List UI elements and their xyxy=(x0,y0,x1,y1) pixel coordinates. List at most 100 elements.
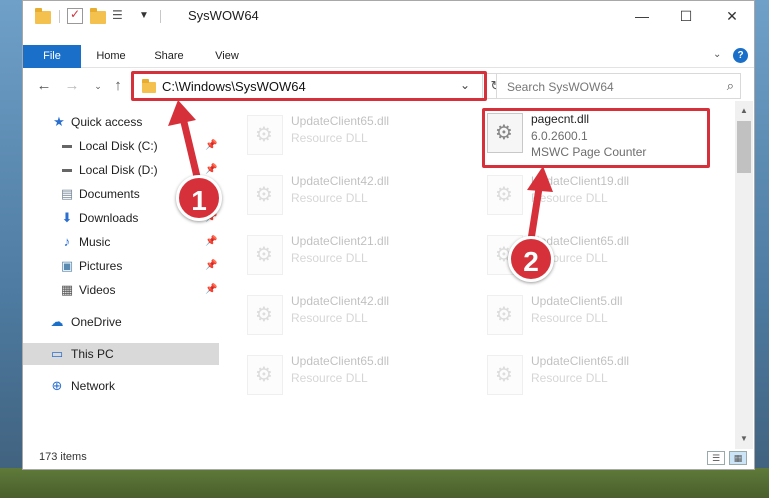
network-icon: ⊕ xyxy=(51,378,63,393)
item-count: 173 items xyxy=(39,451,87,463)
file-type: Resource DLL xyxy=(531,191,608,205)
customize-toolbar-icon[interactable]: ☰ xyxy=(112,8,128,24)
step-badge-2: 2 xyxy=(508,236,554,282)
sidebar-item-label: Music xyxy=(79,235,111,249)
sidebar-item-label: This PC xyxy=(71,347,114,361)
ribbon-tabs: File Home Share View ⌄ ? xyxy=(23,45,754,68)
forward-button[interactable]: → xyxy=(63,76,81,96)
documents-icon: ▤ xyxy=(60,186,74,201)
sidebar-item-label: Network xyxy=(71,379,116,393)
dll-file-icon: ⚙ xyxy=(487,295,523,335)
scrollbar-thumb[interactable] xyxy=(737,121,751,173)
file-highlight xyxy=(482,108,710,168)
sidebar-item-pictures[interactable]: ▣ Pictures 📌 xyxy=(23,255,219,277)
pin-icon[interactable]: 📌 xyxy=(205,279,217,301)
sidebar-item-label: Downloads xyxy=(79,211,139,225)
file-type: Resource DLL xyxy=(291,371,368,385)
title-bar: ✓ ☰ ▼ SysWOW64 — ☐ ✕ xyxy=(23,1,754,31)
search-box[interactable]: Search SysWOW64 ⌕ xyxy=(496,73,741,99)
dll-file-icon: ⚙ xyxy=(247,295,283,335)
list-item[interactable]: ⚙ UpdateClient65.dll Resource DLL xyxy=(239,349,469,399)
list-item[interactable]: ⚙ UpdateClient19.dll Resource DLL xyxy=(479,169,709,219)
back-button[interactable]: ← xyxy=(35,76,53,96)
sidebar-item-quick-access[interactable]: ★ Quick access xyxy=(23,111,219,133)
sidebar-item-label: Local Disk (C:) xyxy=(79,139,158,153)
list-item[interactable]: ⚙ UpdateClient21.dll Resource DLL xyxy=(239,229,469,279)
search-icon[interactable]: ⌕ xyxy=(727,78,734,94)
details-view-button[interactable]: ☰ xyxy=(707,451,725,465)
folder-icon xyxy=(35,8,51,24)
sidebar-item-local-disk-c[interactable]: ▬ Local Disk (C:) 📌 xyxy=(23,135,219,157)
file-type: Resource DLL xyxy=(291,191,368,205)
sidebar-item-label: Videos xyxy=(79,283,116,297)
recent-locations-button[interactable]: ⌄ xyxy=(89,76,107,96)
scroll-down-arrow[interactable]: ▼ xyxy=(735,431,753,447)
status-bar: 173 items ☰ ▦ xyxy=(23,447,754,469)
file-name: UpdateClient65.dll xyxy=(291,114,390,128)
address-bar-highlight xyxy=(131,71,487,101)
file-name: UpdateClient19.dll xyxy=(531,174,630,188)
sidebar-item-label: Quick access xyxy=(71,115,143,129)
list-item[interactable]: ⚙ UpdateClient42.dll Resource DLL xyxy=(239,169,469,219)
tab-home[interactable]: Home xyxy=(85,45,137,68)
scroll-up-arrow[interactable]: ▲ xyxy=(735,103,753,119)
dll-file-icon: ⚙ xyxy=(247,175,283,215)
divider xyxy=(59,10,60,23)
dll-file-icon: ⚙ xyxy=(247,355,283,395)
videos-icon: ▦ xyxy=(60,282,74,297)
expand-ribbon-icon[interactable]: ⌄ xyxy=(713,49,721,60)
help-icon[interactable]: ? xyxy=(733,48,748,63)
maximize-button[interactable]: ☐ xyxy=(663,1,709,31)
navigation-pane: ★ Quick access ▬ Local Disk (C:) 📌 ▬ Loc… xyxy=(23,107,219,427)
drive-icon: ▬ xyxy=(62,164,72,175)
tab-view[interactable]: View xyxy=(201,45,253,68)
sidebar-item-onedrive[interactable]: ☁ OneDrive xyxy=(23,311,219,333)
tab-file[interactable]: File xyxy=(23,45,81,68)
dll-file-icon: ⚙ xyxy=(487,355,523,395)
dll-file-icon: ⚙ xyxy=(247,235,283,275)
properties-icon[interactable]: ✓ xyxy=(67,7,83,24)
new-folder-icon[interactable] xyxy=(90,8,106,24)
sidebar-item-network[interactable]: ⊕ Network xyxy=(23,375,219,397)
up-button[interactable]: ↑ xyxy=(109,76,127,96)
window-title: SysWOW64 xyxy=(188,8,259,23)
step-badge-1: 1 xyxy=(176,175,222,221)
file-name: UpdateClient42.dll xyxy=(291,294,390,308)
sidebar-item-videos[interactable]: ▦ Videos 📌 xyxy=(23,279,219,301)
cloud-icon: ☁ xyxy=(50,314,64,329)
pictures-icon: ▣ xyxy=(60,258,74,273)
file-name: UpdateClient65.dll xyxy=(531,354,630,368)
tab-share[interactable]: Share xyxy=(143,45,195,68)
pin-icon[interactable]: 📌 xyxy=(205,135,217,157)
file-name: UpdateClient5.dll xyxy=(531,294,623,308)
dll-file-icon: ⚙ xyxy=(247,115,283,155)
sidebar-item-label: Local Disk (D:) xyxy=(79,163,158,177)
music-icon: ♪ xyxy=(63,234,71,249)
sidebar-item-this-pc[interactable]: ▭ This PC xyxy=(23,343,219,365)
dll-file-icon: ⚙ xyxy=(487,175,523,215)
file-name: UpdateClient42.dll xyxy=(291,174,390,188)
sidebar-item-label: OneDrive xyxy=(71,315,122,329)
chevron-down-icon[interactable]: ▼ xyxy=(139,10,155,26)
list-item[interactable]: ⚙ UpdateClient5.dll Resource DLL xyxy=(479,289,709,339)
vertical-scrollbar[interactable]: ▲ ▼ xyxy=(735,101,753,449)
file-type: Resource DLL xyxy=(291,131,368,145)
file-type: Resource DLL xyxy=(531,371,608,385)
pin-icon[interactable]: 📌 xyxy=(205,231,217,253)
file-name: UpdateClient21.dll xyxy=(291,234,390,248)
computer-icon: ▭ xyxy=(50,346,64,361)
large-icons-view-button[interactable]: ▦ xyxy=(729,451,747,465)
list-item[interactable]: ⚙ UpdateClient65.dll Resource DLL xyxy=(479,349,709,399)
sidebar-item-music[interactable]: ♪ Music 📌 xyxy=(23,231,219,253)
sidebar-item-label: Documents xyxy=(79,187,140,201)
download-icon: ⬇ xyxy=(61,210,73,225)
close-button[interactable]: ✕ xyxy=(709,1,755,31)
list-item[interactable]: ⚙ UpdateClient42.dll Resource DLL xyxy=(239,289,469,339)
file-type: Resource DLL xyxy=(291,251,368,265)
file-type: Resource DLL xyxy=(531,311,608,325)
minimize-button[interactable]: — xyxy=(619,1,665,31)
pin-icon[interactable]: 📌 xyxy=(205,255,217,277)
divider xyxy=(160,10,161,23)
file-type: Resource DLL xyxy=(291,311,368,325)
list-item[interactable]: ⚙ UpdateClient65.dll Resource DLL xyxy=(239,109,469,159)
